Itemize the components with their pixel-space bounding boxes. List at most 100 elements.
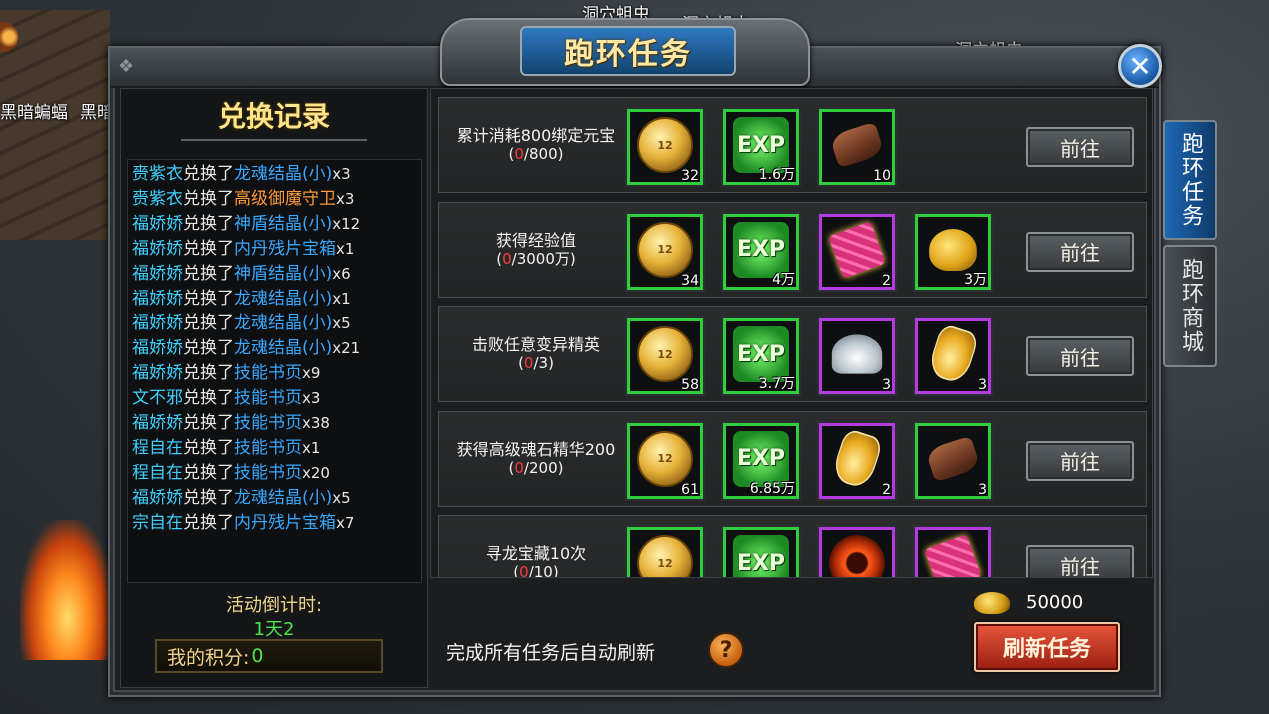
reward-slot[interactable]: EXP [721, 525, 801, 577]
go-to-task-button[interactable]: 前往 [1026, 231, 1134, 272]
reward-icon-label: 12 [657, 452, 673, 465]
reward-slot[interactable]: 3万 [913, 211, 993, 292]
log-item-name: 技能书页 [234, 462, 302, 483]
log-item-name: 龙魂结晶(小) [234, 487, 333, 508]
log-item-count: x20 [302, 463, 330, 482]
task-description: 累计消耗800绑定元宝 (0/800) [447, 98, 625, 192]
log-verb: 兑换了 [183, 413, 234, 434]
task-progress-current: 0 [514, 145, 524, 163]
reward-slot[interactable]: 12 32 [625, 107, 705, 187]
task-progress-total: 10 [533, 563, 553, 578]
log-verb: 兑换了 [183, 437, 234, 458]
log-player-name: 福娇娇 [132, 213, 183, 234]
exchange-log-entry: 福娇娇兑换了技能书页x38 [132, 411, 417, 436]
reward-slot[interactable]: 12 58 [625, 316, 705, 396]
log-verb: 兑换了 [183, 164, 234, 184]
gold-amount: 50000 [1026, 592, 1084, 613]
reward-slot[interactable] [817, 525, 897, 577]
log-player-name: 福娇娇 [132, 413, 183, 434]
task-title: 击败任意变异精英 [471, 335, 600, 354]
exchange-log-panel: 兑换记录 赍紫衣兑换了龙魂结晶(小)x3 赍紫衣兑换了高级御魔守卫x3 福娇娇兑换了… [120, 88, 428, 688]
exchange-log-entry: 福娇娇兑换了龙魂结晶(小)x5 [132, 486, 417, 511]
exchange-log-entry: 福娇娇兑换了技能书页x9 [132, 361, 417, 386]
reward-count: 3 [978, 481, 987, 498]
log-verb: 兑换了 [183, 288, 234, 309]
reward-icon-label: EXP [736, 132, 786, 158]
log-player-name: 程自在 [132, 462, 183, 483]
reward-icon-label: EXP [736, 341, 786, 367]
exchange-log-entry: 福娇娇兑换了龙魂结晶(小)x21 [132, 336, 417, 361]
task-progress: (0/3) [518, 354, 554, 372]
reward-slot[interactable]: EXP 1.6万 [721, 107, 801, 187]
go-to-task-button[interactable]: 前往 [1026, 336, 1134, 376]
log-item-name: 技能书页 [234, 363, 302, 384]
log-player-name: 福娇娇 [132, 363, 183, 384]
task-row: 寻龙宝藏10次 (0/10) 12 EXP 前往 [438, 515, 1147, 578]
go-to-task-button[interactable]: 前往 [1026, 127, 1134, 167]
reward-count: 3.7万 [758, 376, 795, 392]
log-verb: 兑换了 [183, 213, 234, 234]
exchange-log-entry: 宗自在兑换了内丹残片宝箱x7 [132, 511, 417, 536]
log-verb: 兑换了 [183, 238, 234, 259]
reward-slot[interactable]: 2 [817, 420, 897, 501]
reward-count: 58 [681, 377, 699, 393]
log-player-name: 福娇娇 [132, 238, 183, 259]
exchange-log-entry: 福娇娇兑换了龙魂结晶(小)x5 [132, 311, 417, 336]
log-item-count: x5 [332, 314, 351, 333]
task-progress: (0/200) [508, 458, 564, 477]
exchange-log-title: 兑换记录 [217, 100, 330, 133]
task-progress-total: 3000万 [516, 249, 570, 268]
reward-slot[interactable]: EXP 4万 [721, 211, 801, 292]
go-to-task-button[interactable]: 前往 [1026, 545, 1134, 577]
exchange-log-list[interactable]: 赍紫衣兑换了龙魂结晶(小)x3 赍紫衣兑换了高级御魔守卫x3 福娇娇兑换了神盾结晶(… [127, 159, 422, 583]
reward-slot[interactable]: 12 61 [625, 420, 705, 501]
close-button[interactable]: ✕ [1118, 44, 1162, 88]
exchange-log-entry: 赍紫衣兑换了龙魂结晶(小)x3 [132, 162, 417, 187]
task-progress: (0/3000万) [496, 249, 576, 268]
go-to-task-button[interactable]: 前往 [1026, 440, 1134, 481]
reward-slot[interactable]: 3 [913, 316, 993, 396]
close-icon: ✕ [1128, 49, 1152, 83]
task-description: 寻龙宝藏10次 (0/10) [447, 516, 625, 578]
tab-loop-shop[interactable]: 跑环商城 [1163, 245, 1217, 367]
help-button[interactable]: ? [708, 632, 744, 668]
log-item-name: 神盾结晶(小) [234, 263, 333, 284]
task-progress-total: 3 [538, 354, 549, 372]
task-progress-total: 800 [528, 145, 558, 163]
task-list[interactable]: 累计消耗800绑定元宝 (0/800) 12 32 EXP 1.6万 10 前往 获得经验值 (0… [430, 88, 1153, 578]
log-player-name: 赍紫衣 [132, 164, 183, 184]
potion-icon [926, 322, 980, 386]
reward-slot[interactable]: 12 34 [625, 211, 705, 292]
reward-slot[interactable]: 3 [913, 420, 993, 501]
log-verb: 兑换了 [183, 313, 234, 334]
exchange-log-entry: 福娇娇兑换了龙魂结晶(小)x1 [132, 287, 417, 312]
refresh-tasks-button[interactable]: 刷新任务 [974, 622, 1120, 672]
coin-icon: 12 [637, 535, 693, 577]
reward-slot[interactable]: EXP 6.85万 [721, 420, 801, 501]
log-item-name: 技能书页 [234, 388, 302, 409]
reward-count: 10 [873, 168, 891, 184]
fire-ring-icon [829, 535, 885, 577]
log-item-name: 技能书页 [234, 437, 302, 458]
reward-slot[interactable]: 2 [817, 211, 897, 292]
log-item-name: 龙魂结晶(小) [234, 313, 333, 334]
log-item-count: x9 [302, 364, 321, 383]
log-verb: 兑换了 [183, 487, 234, 508]
reward-slot[interactable]: 12 [625, 525, 705, 577]
reward-slot[interactable]: 3 [817, 316, 897, 396]
reward-icon-label: 12 [657, 556, 673, 570]
question-icon: ? [719, 637, 733, 663]
coin-icon: 12 [637, 430, 693, 487]
reward-slot[interactable] [913, 525, 993, 577]
task-progress: (0/800) [508, 145, 564, 163]
task-description: 击败任意变异精英 (0/3) [447, 307, 625, 401]
reward-slot[interactable]: EXP 3.7万 [721, 316, 801, 396]
tab-loop-tasks[interactable]: 跑环任务 [1163, 120, 1217, 240]
log-player-name: 福娇娇 [132, 313, 183, 334]
reward-count: 32 [681, 168, 699, 184]
reward-icon-label: 12 [657, 138, 673, 152]
reward-slot[interactable]: 10 [817, 107, 897, 187]
reward-count: 61 [681, 481, 699, 498]
task-progress-current: 0 [523, 354, 534, 372]
log-verb: 兑换了 [183, 188, 234, 209]
